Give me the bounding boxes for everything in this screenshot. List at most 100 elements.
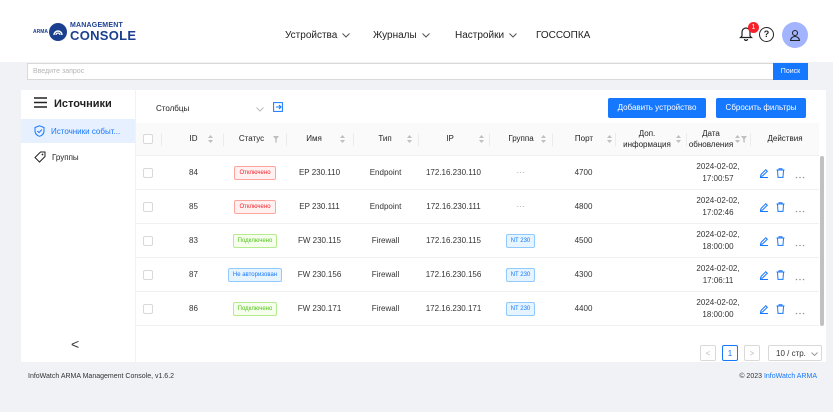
column-header-name[interactable]: Имя [286, 123, 342, 156]
cell-port: 4800 [574, 202, 593, 212]
delete-icon[interactable] [776, 270, 785, 282]
cell-extra [615, 156, 686, 190]
row-checkbox[interactable] [143, 304, 153, 314]
cell-group: ··· [489, 156, 552, 190]
sort-icon[interactable] [208, 135, 213, 145]
delete-icon[interactable] [776, 236, 785, 248]
status-badge: Подключено [232, 302, 278, 316]
delete-icon[interactable] [776, 202, 785, 214]
column-header-id[interactable]: ID [162, 123, 225, 156]
more-icon[interactable] [795, 307, 805, 317]
logo[interactable]: ARMA MANAGEMENT CONSOLE [33, 22, 136, 42]
status-badge: Отключено [234, 166, 276, 180]
column-header-ip[interactable]: IP [419, 123, 481, 156]
footer-version: InfoWatch ARMA Management Console, v1.6.… [28, 373, 175, 380]
search-input[interactable] [28, 64, 774, 79]
cell-group: ··· [489, 190, 552, 224]
cell-status: Не авторизован [224, 258, 286, 292]
column-header-updated[interactable]: Дата обновления [687, 123, 735, 156]
delete-icon[interactable] [776, 304, 785, 316]
more-icon[interactable] [795, 239, 805, 249]
vertical-scrollbar[interactable] [820, 156, 824, 326]
cell-status: Отключено [224, 156, 286, 190]
row-checkbox[interactable] [143, 236, 153, 246]
table-row[interactable]: 86 Подключено FW 230.171 Firewall 172.16.230… [136, 292, 819, 326]
sidebar-collapse-button[interactable]: < [71, 336, 79, 352]
sort-icon[interactable] [735, 135, 740, 145]
sort-icon[interactable] [607, 135, 612, 145]
table-row[interactable]: 84 Отключено EP 230.110 Endpoint 172.16.230.… [136, 156, 819, 190]
menu-icon[interactable] [34, 97, 47, 111]
cell-id: 86 [189, 304, 198, 314]
group-tag[interactable]: NT 230 [505, 302, 536, 316]
page-size-select[interactable]: 10 / стр. [768, 345, 822, 361]
search-bar: Поиск [27, 63, 808, 80]
nav-gossopka[interactable]: ГОССОПКА [536, 30, 590, 41]
export-icon[interactable] [273, 102, 283, 114]
nav-gossopka-label: ГОССОПКА [536, 30, 591, 41]
help-icon[interactable]: ? [759, 27, 774, 42]
group-tag[interactable]: NT 230 [505, 268, 536, 282]
updated-date: 2024-02-02, [696, 196, 740, 206]
updated-date: 2024-02-02, [696, 264, 740, 274]
cell-status: Подключено [224, 224, 286, 258]
sort-icon[interactable] [541, 135, 546, 145]
add-device-button[interactable]: Добавить устройство [608, 98, 706, 118]
pagination-page-1[interactable]: 1 [722, 345, 738, 361]
row-checkbox[interactable] [143, 202, 153, 212]
edit-icon[interactable] [759, 202, 769, 214]
columns-selector[interactable]: Столбцы [156, 104, 189, 113]
chevron-down-icon[interactable] [256, 104, 264, 114]
sort-icon[interactable] [407, 135, 412, 145]
edit-icon[interactable] [759, 168, 769, 180]
table-header: ID Статус Имя Тип IP Группа Порт Доп. ин… [136, 123, 819, 156]
nav-journals[interactable]: Журналы [373, 30, 430, 41]
filter-icon[interactable] [273, 135, 279, 145]
status-badge: Подключено [232, 234, 278, 248]
avatar[interactable] [782, 22, 808, 48]
edit-icon[interactable] [759, 236, 769, 248]
table-row[interactable]: 87 Не авторизован FW 230.156 Firewall 172.16… [136, 258, 819, 292]
edit-icon[interactable] [759, 304, 769, 316]
user-icon [789, 29, 801, 41]
column-header-extra[interactable]: Доп. информация [616, 123, 678, 156]
sidebar-item-label: Источники событ... [51, 126, 121, 136]
sort-icon[interactable] [479, 135, 484, 145]
more-icon[interactable] [795, 273, 805, 283]
column-header-port[interactable]: Порт [553, 123, 615, 156]
pagination-next-button[interactable]: > [744, 345, 760, 361]
sidebar-item-event-sources[interactable]: Источники событ... [21, 119, 135, 143]
cell-type: Endpoint [369, 202, 402, 212]
reset-filters-button[interactable]: Сбросить фильтры [716, 98, 806, 118]
more-icon[interactable] [795, 171, 805, 181]
nav-devices[interactable]: Устройства [285, 30, 351, 41]
row-checkbox[interactable] [143, 168, 153, 178]
more-icon[interactable] [795, 205, 805, 215]
group-tag[interactable]: NT 230 [505, 234, 536, 248]
row-checkbox[interactable] [143, 270, 153, 280]
sidebar: Источники Источники событ... Группы < [21, 90, 135, 362]
search-button[interactable]: Поиск [773, 63, 808, 80]
updated-time: 17:02:46 [702, 208, 734, 217]
select-all-checkbox[interactable] [143, 134, 153, 144]
app-header: ARMA MANAGEMENT CONSOLE Устройства Журна… [0, 0, 833, 62]
column-header-status[interactable]: Статус [224, 123, 279, 156]
cell-id: 87 [189, 270, 198, 280]
sort-icon[interactable] [676, 135, 681, 145]
table-row[interactable]: 83 Подключено FW 230.115 Firewall 172.16.230… [136, 224, 819, 258]
nav-devices-label: Устройства [285, 30, 338, 41]
cell-ip: 172.16.230.115 [425, 236, 481, 246]
cell-name: EP 230.111 [299, 202, 340, 212]
sidebar-item-groups[interactable]: Группы [21, 145, 135, 169]
pagination-prev-button[interactable]: < [700, 345, 716, 361]
cell-port: 4700 [574, 168, 593, 178]
table-row[interactable]: 85 Отключено EP 230.111 Endpoint 172.16.230.… [136, 190, 819, 224]
infowatch-link[interactable]: InfoWatch ARMA [764, 373, 817, 380]
nav-settings[interactable]: Настройки [455, 30, 517, 41]
sidebar-title: Источники [34, 97, 112, 111]
cell-name: FW 230.115 [298, 236, 341, 246]
filter-icon[interactable] [741, 135, 747, 145]
sort-icon[interactable] [340, 135, 345, 145]
edit-icon[interactable] [759, 270, 769, 282]
delete-icon[interactable] [776, 168, 785, 180]
